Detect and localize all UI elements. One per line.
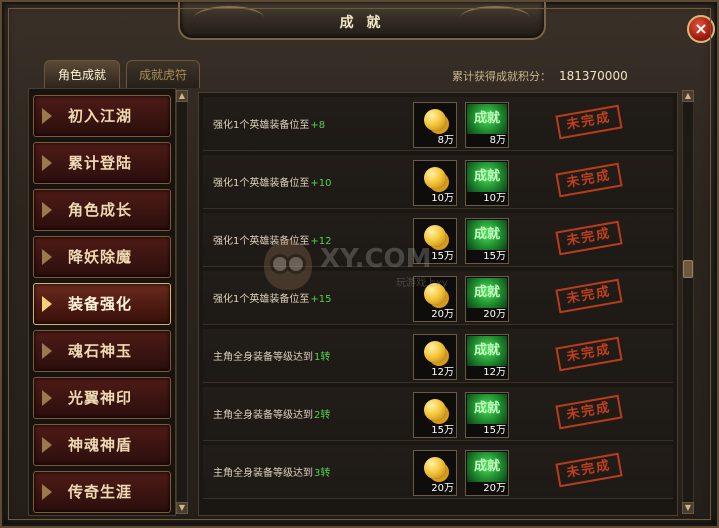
status-stamp: 未完成 <box>555 162 623 198</box>
sidebar-item-wings[interactable]: 光翼神印 <box>33 377 171 419</box>
achievement-suffix: +15 <box>310 294 332 305</box>
list-scrollbar[interactable] <box>682 90 694 514</box>
achievement-suffix: 2转 <box>314 410 331 421</box>
points-reward[interactable]: 成就 20万 <box>465 450 509 496</box>
gold-coin-icon <box>424 457 446 479</box>
achievement-row: 主角全身装备等级达到1转 12万 成就 12万 未完成 <box>203 329 673 383</box>
gold-reward[interactable]: 12万 <box>413 334 457 380</box>
gold-amount: 10万 <box>431 193 454 204</box>
tab-achievement-tiger-tally[interactable]: 成就虎符 <box>126 60 200 88</box>
gold-reward[interactable]: 15万 <box>413 392 457 438</box>
achievement-row: 主角全身装备等级达到2转 15万 成就 15万 未完成 <box>203 387 673 441</box>
status-stamp: 未完成 <box>555 452 623 488</box>
sidebar-item-growth[interactable]: 角色成长 <box>33 189 171 231</box>
achievement-label: 主角全身装备等级达到1转 <box>213 352 331 363</box>
sidebar-item-equip-enhance[interactable]: 装备强化 <box>33 283 171 325</box>
points-reward[interactable]: 成就 20万 <box>465 276 509 322</box>
list-scroll-thumb[interactable] <box>683 260 693 278</box>
achievement-label: 强化1个英雄装备位至+10 <box>213 178 332 189</box>
watermark: XY.COM 玩游戏上xy <box>264 240 464 290</box>
achievement-row: 强化1个英雄装备位至+10 10万 成就 10万 未完成 <box>203 155 673 209</box>
points-reward[interactable]: 成就 15万 <box>465 392 509 438</box>
achievement-icon: 成就 <box>467 336 507 366</box>
total-points: 累计获得成就积分： 181370000 <box>452 68 628 84</box>
status-stamp: 未完成 <box>555 220 623 256</box>
achievement-row: 强化1个英雄装备位至+8 8万 成就 8万 未完成 <box>203 97 673 151</box>
list-scroll-down-icon[interactable]: ▼ <box>682 502 694 514</box>
list-scroll-up-icon[interactable]: ▲ <box>682 90 694 102</box>
achievement-icon: 成就 <box>467 220 507 250</box>
title-plate: 成 就 <box>178 2 546 40</box>
achievement-label: 主角全身装备等级达到3转 <box>213 468 331 479</box>
achievement-suffix: 1转 <box>314 352 331 363</box>
achievement-suffix: +8 <box>310 120 326 131</box>
points-amount: 8万 <box>489 135 506 146</box>
sidebar-item-login[interactable]: 累计登陆 <box>33 142 171 184</box>
sidebar-item-beginner[interactable]: 初入江湖 <box>33 95 171 137</box>
sidebar-scroll-down-icon[interactable]: ▼ <box>176 502 188 514</box>
points-amount: 10万 <box>483 193 506 204</box>
points-amount: 20万 <box>483 309 506 320</box>
gold-amount: 12万 <box>431 367 454 378</box>
gold-coin-icon <box>424 341 446 363</box>
achievement-suffix: +10 <box>310 178 332 189</box>
points-amount: 15万 <box>483 425 506 436</box>
sidebar-item-legend[interactable]: 传奇生涯 <box>33 471 171 513</box>
gold-amount: 8万 <box>437 135 454 146</box>
points-reward[interactable]: 成就 8万 <box>465 102 509 148</box>
points-reward[interactable]: 成就 12万 <box>465 334 509 380</box>
achievement-label: 强化1个英雄装备位至+15 <box>213 294 332 305</box>
watermark-text: XY.COM <box>320 244 432 274</box>
sidebar-scrollbar[interactable] <box>176 90 188 514</box>
achievement-list: 强化1个英雄装备位至+8 8万 成就 8万 未完成 强化1个英雄装备位至+10 1… <box>198 92 678 516</box>
achievement-window: 成 就 × 角色成就 成就虎符 累计获得成就积分： 181370000 初入江湖 … <box>0 0 719 528</box>
owl-logo-icon <box>264 240 312 290</box>
achievement-icon: 成就 <box>467 278 507 308</box>
achievement-suffix: 3转 <box>314 468 331 479</box>
achievement-icon: 成就 <box>467 162 507 192</box>
window-title: 成 就 <box>339 15 385 31</box>
sidebar-item-soulstone[interactable]: 魂石神玉 <box>33 330 171 372</box>
gold-amount: 15万 <box>431 425 454 436</box>
category-sidebar: 初入江湖 累计登陆 角色成长 降妖除魔 装备强化 魂石神玉 光翼神印 神魂神盾 … <box>28 88 176 516</box>
gold-coin-icon <box>424 167 446 189</box>
gold-amount: 20万 <box>431 309 454 320</box>
points-reward[interactable]: 成就 15万 <box>465 218 509 264</box>
achievement-icon: 成就 <box>467 104 507 134</box>
points-amount: 12万 <box>483 367 506 378</box>
achievement-row: 主角全身装备等级达到3转 20万 成就 20万 未完成 <box>203 445 673 499</box>
gold-reward[interactable]: 10万 <box>413 160 457 206</box>
status-stamp: 未完成 <box>555 394 623 430</box>
sidebar-scroll-up-icon[interactable]: ▲ <box>176 90 188 102</box>
points-reward[interactable]: 成就 10万 <box>465 160 509 206</box>
points-amount: 20万 <box>483 483 506 494</box>
watermark-subtext: 玩游戏上xy <box>396 278 448 289</box>
status-stamp: 未完成 <box>555 104 623 140</box>
achievement-icon: 成就 <box>467 452 507 482</box>
status-stamp: 未完成 <box>555 278 623 314</box>
close-icon[interactable]: × <box>687 15 715 43</box>
total-points-label: 累计获得成就积分： <box>452 70 551 83</box>
sidebar-item-demons[interactable]: 降妖除魔 <box>33 236 171 278</box>
gold-amount: 20万 <box>431 483 454 494</box>
achievement-icon: 成就 <box>467 394 507 424</box>
total-points-value: 181370000 <box>559 69 628 83</box>
achievement-label: 主角全身装备等级达到2转 <box>213 410 331 421</box>
tab-role-achievement[interactable]: 角色成就 <box>44 60 120 88</box>
points-amount: 15万 <box>483 251 506 262</box>
status-stamp: 未完成 <box>555 336 623 372</box>
gold-reward[interactable]: 20万 <box>413 450 457 496</box>
sidebar-item-shield[interactable]: 神魂神盾 <box>33 424 171 466</box>
gold-coin-icon <box>424 399 446 421</box>
gold-reward[interactable]: 8万 <box>413 102 457 148</box>
gold-coin-icon <box>424 109 446 131</box>
achievement-label: 强化1个英雄装备位至+8 <box>213 120 326 131</box>
